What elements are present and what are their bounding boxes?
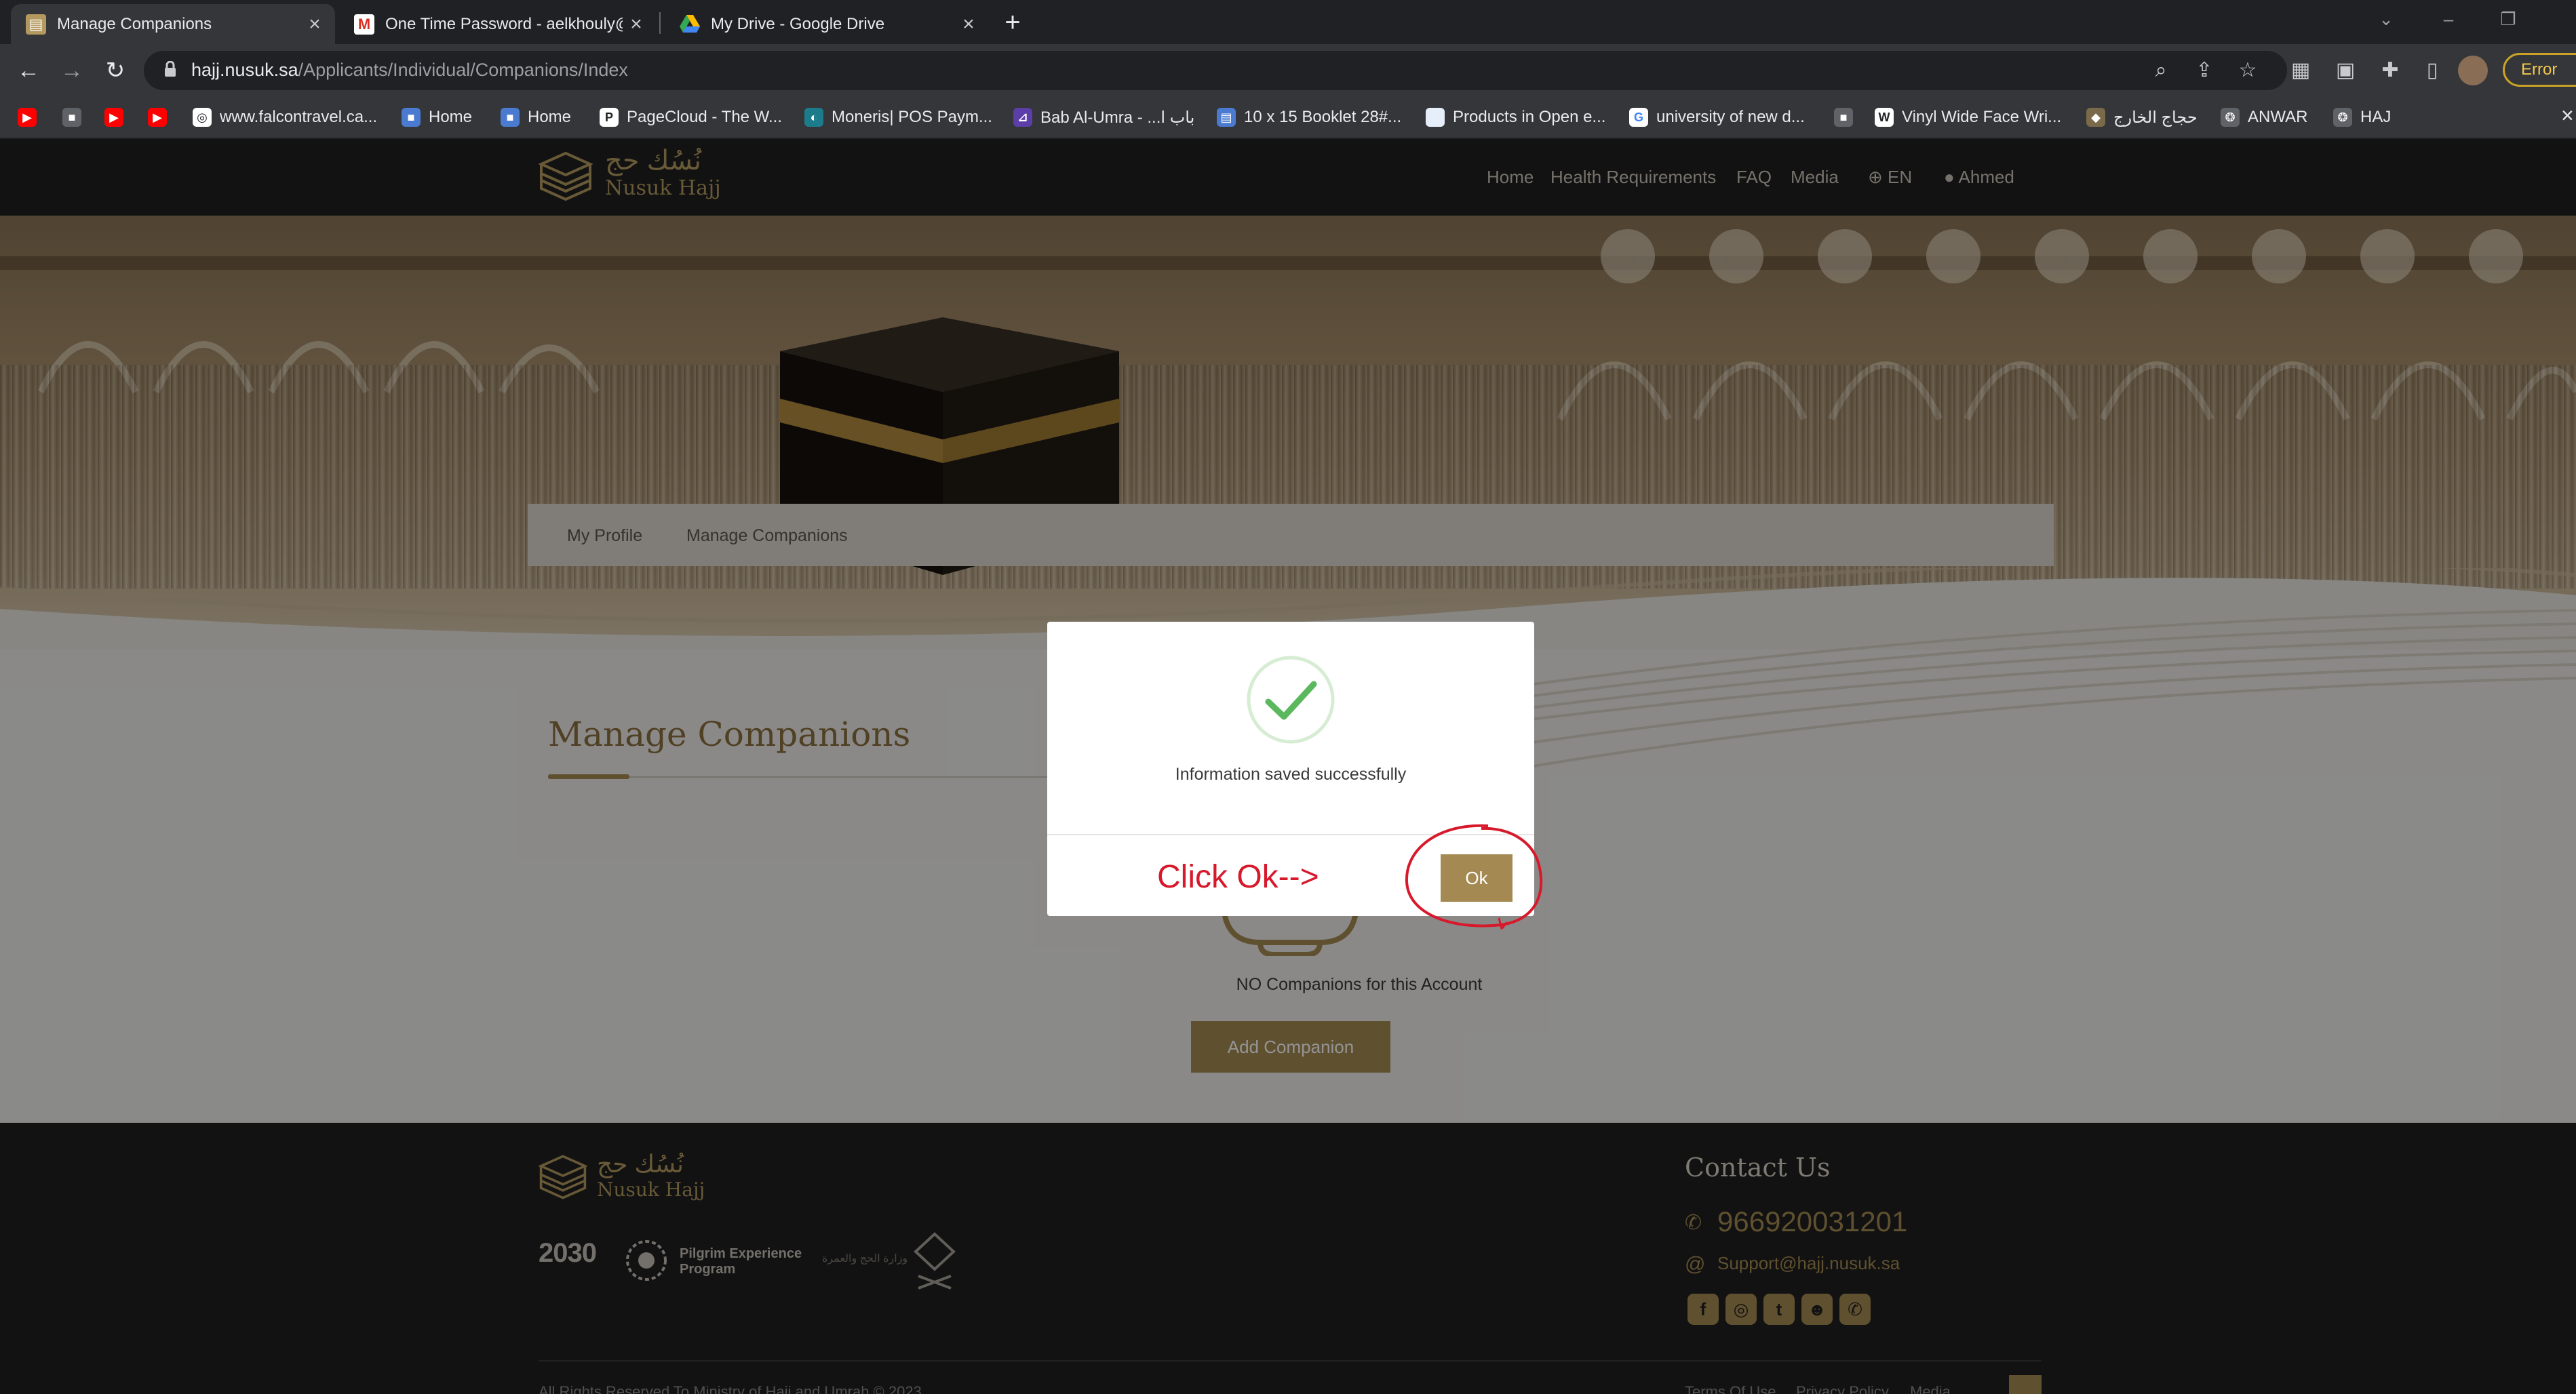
tab-separator	[659, 12, 661, 34]
gmail-favicon-icon: M	[354, 14, 374, 35]
bookmark-youtube-2[interactable]: ▶	[104, 102, 132, 133]
bookmark-star-icon[interactable]: ☆	[2234, 58, 2261, 83]
close-tab-icon[interactable]: ×	[301, 13, 328, 36]
new-tab-button[interactable]: +	[996, 5, 1030, 39]
bookmark-anwar[interactable]: ❂ ANWAR	[2221, 102, 2307, 133]
share-icon[interactable]: ⇪	[2191, 58, 2218, 83]
extension-code-icon[interactable]: ▣	[2330, 57, 2360, 84]
bookmark-youtube-3[interactable]: ▶	[148, 102, 175, 133]
extensions-puzzle-icon[interactable]: ✚	[2375, 57, 2405, 84]
tab-one-time-password[interactable]: M One Time Password - aelkhouly@ ×	[339, 4, 657, 44]
pagecloud-icon: P	[600, 108, 619, 127]
tab-search-icon[interactable]: ⌄	[2366, 5, 2406, 33]
bookmark-home-2[interactable]: ■ Home	[501, 102, 571, 133]
bookmark-page-2[interactable]: ■	[1834, 102, 1861, 133]
side-panel-icon[interactable]: ▯	[2417, 57, 2447, 84]
booklet-icon: ▤	[1217, 108, 1236, 127]
anwar-icon: ❂	[2221, 108, 2240, 127]
drive-favicon-icon	[680, 14, 700, 35]
profile-avatar[interactable]	[2458, 56, 2488, 85]
nusuk-favicon-icon: ▤	[26, 14, 46, 35]
bookmark-haj[interactable]: ❂ HAJ	[2333, 102, 2391, 133]
products-icon	[1426, 108, 1445, 127]
annotation-click-ok-text: Click Ok-->	[1157, 859, 1319, 895]
youtube-icon: ▶	[18, 108, 37, 127]
tab-google-drive[interactable]: My Drive - Google Drive ×	[665, 4, 989, 44]
haj-icon: ❂	[2333, 108, 2352, 127]
success-message: Information saved successfully	[1175, 765, 1407, 784]
bookmark-products[interactable]: Products in Open e...	[1426, 102, 1605, 133]
vinyl-icon: W	[1875, 108, 1894, 127]
zoom-search-icon[interactable]: ⌕	[2147, 58, 2174, 83]
bookmark-home-1[interactable]: ■ Home	[402, 102, 472, 133]
bookmark-hajj-abroad[interactable]: ◆ حجاج الخارج	[2086, 102, 2198, 133]
url-text[interactable]: hajj.nusuk.sa/Applicants/Individual/Comp…	[191, 60, 628, 81]
close-tab-icon[interactable]: ×	[623, 13, 650, 36]
bookmark-moneris[interactable]: ◐ Moneris| POS Paym...	[804, 102, 992, 133]
tab-manage-companions[interactable]: ▤ Manage Companions ×	[11, 4, 335, 44]
google-icon: G	[1629, 108, 1648, 127]
bookmark-booklet[interactable]: ▤ 10 x 15 Booklet 28#...	[1217, 102, 1401, 133]
restore-window-icon[interactable]: ❐	[2488, 5, 2529, 33]
minimize-window-icon[interactable]: –	[2428, 5, 2469, 33]
profile-error-badge[interactable]: Error	[2503, 53, 2576, 87]
page-icon: ■	[402, 108, 421, 127]
bookmark-youtube-1[interactable]: ▶	[18, 102, 45, 133]
bookmark-bab-al-umra[interactable]: ⊿ Bab Al-Umra - ...باب ا	[1013, 102, 1194, 133]
bookmark-falcontravel[interactable]: ◎ www.falcontravel.ca...	[193, 102, 377, 133]
reload-icon[interactable]: ↻	[98, 53, 133, 88]
bookmarks-overflow-icon[interactable]: ×	[2561, 103, 2574, 128]
hajj-icon: ◆	[2086, 108, 2105, 127]
extension-cast-icon[interactable]: ▦	[2286, 57, 2316, 84]
page-icon: ■	[62, 108, 81, 127]
bookmark-vinyl[interactable]: W Vinyl Wide Face Wri...	[1875, 102, 2061, 133]
bab-icon: ⊿	[1013, 108, 1032, 127]
globe-icon: ◎	[193, 108, 212, 127]
moneris-icon: ◐	[804, 108, 823, 127]
annotation-circle-shape	[1405, 824, 1543, 930]
close-tab-icon[interactable]: ×	[955, 13, 982, 36]
forward-icon[interactable]: →	[54, 53, 90, 88]
youtube-icon: ▶	[104, 108, 123, 127]
page-icon: ■	[501, 108, 520, 127]
back-icon[interactable]: ←	[11, 53, 46, 88]
youtube-icon: ▶	[148, 108, 167, 127]
bookmark-pagecloud[interactable]: P PageCloud - The W...	[600, 102, 782, 133]
success-check-icon	[1247, 656, 1335, 744]
bookmark-university[interactable]: Guniversity of new d...	[1629, 102, 1805, 133]
lock-icon[interactable]	[164, 61, 176, 77]
page-icon: ■	[1834, 108, 1853, 127]
bookmark-page-1[interactable]: ■	[62, 102, 90, 133]
